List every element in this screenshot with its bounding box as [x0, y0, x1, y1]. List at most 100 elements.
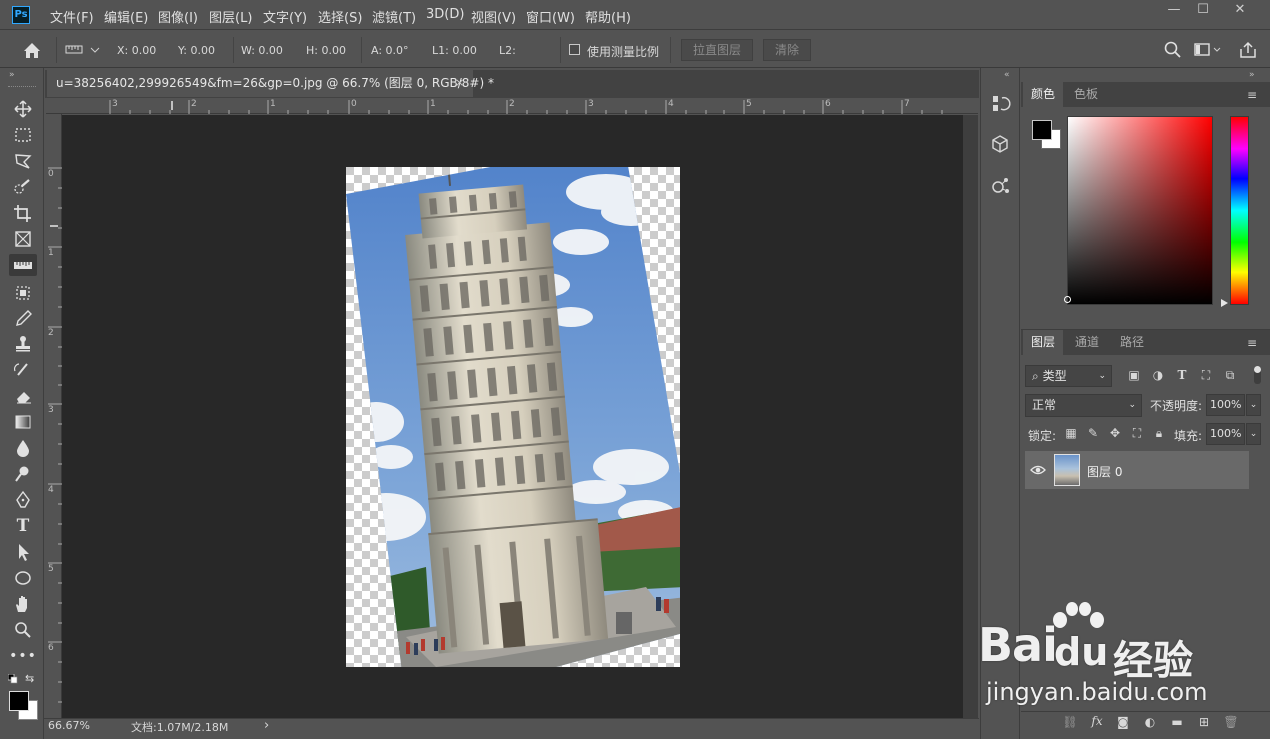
menu-3d[interactable]: 3D(D) — [426, 7, 464, 22]
lock-position-icon[interactable]: ✥ — [1106, 426, 1124, 440]
path-selection-tool[interactable] — [9, 541, 37, 563]
more-tools[interactable]: ••• — [9, 645, 37, 667]
menu-layer[interactable]: 图层(L) — [209, 7, 252, 26]
color-picker-cursor[interactable] — [1064, 296, 1071, 303]
layer-visibility-toggle[interactable] — [1030, 462, 1046, 478]
document-tab[interactable]: u=38256402,299926549&fm=26&gp=0.jpg @ 66… — [47, 70, 494, 97]
lock-transparency-icon[interactable]: ▦ — [1062, 426, 1080, 440]
history-panel-button[interactable] — [988, 92, 1012, 116]
tab-channels[interactable]: 通道 — [1067, 330, 1107, 355]
menu-window[interactable]: 窗口(W) — [526, 7, 575, 26]
pen-tool[interactable] — [9, 489, 37, 511]
zoom-tool[interactable] — [9, 619, 37, 641]
ruler-tool[interactable] — [9, 254, 37, 276]
tab-swatches[interactable]: 色板 — [1066, 82, 1106, 107]
menu-image[interactable]: 图像(I) — [158, 7, 198, 26]
adjustment-layer-icon[interactable]: ◐ — [1141, 715, 1159, 729]
lock-artboard-icon[interactable]: ⛶ — [1128, 426, 1146, 441]
collapse-panels-icon[interactable]: » — [1249, 70, 1255, 80]
toolbar-grip[interactable] — [8, 86, 36, 88]
ellipse-tool[interactable] — [9, 567, 37, 589]
straighten-layer-button[interactable]: 拉直图层 — [681, 39, 753, 61]
clear-button[interactable]: 清除 — [763, 39, 811, 61]
fx-icon[interactable]: fx — [1088, 714, 1106, 728]
panel-foreground-swatch[interactable] — [1032, 120, 1052, 140]
color-panel-menu-icon[interactable]: ≡ — [1247, 88, 1257, 102]
fill-dropdown-icon[interactable]: ⌄ — [1246, 423, 1261, 445]
filter-pixel-icon[interactable]: ▣ — [1125, 368, 1143, 382]
filter-smart-object-icon[interactable]: ⧉ — [1221, 368, 1239, 383]
lasso-tool[interactable] — [9, 150, 37, 172]
vertical-scrollbar[interactable] — [963, 115, 978, 718]
gradient-tool[interactable] — [9, 411, 37, 433]
layers-panel-menu-icon[interactable]: ≡ — [1247, 336, 1257, 350]
3d-panel-button[interactable] — [988, 132, 1012, 156]
close-document-icon[interactable]: × — [455, 76, 464, 89]
horizontal-ruler: 3 2 1 0 1 2 3 4 5 6 7 — [46, 98, 978, 114]
new-group-icon[interactable]: ▬ — [1168, 715, 1186, 729]
blend-mode-select[interactable]: 正常 ⌄ — [1025, 394, 1142, 417]
add-mask-icon[interactable]: ◙ — [1114, 715, 1132, 729]
share-button[interactable] — [1238, 40, 1258, 60]
delete-layer-icon[interactable]: 🗑︎ — [1222, 715, 1240, 729]
hue-slider[interactable] — [1230, 116, 1249, 305]
menu-filter[interactable]: 滤镜(T) — [372, 7, 416, 26]
default-colors-button[interactable] — [7, 673, 18, 684]
minimize-button[interactable]: — — [1160, 1, 1188, 21]
frame-tool[interactable] — [9, 228, 37, 250]
hue-slider-handle[interactable] — [1221, 299, 1228, 307]
filter-type-icon[interactable]: T — [1173, 368, 1191, 382]
clone-stamp-tool[interactable] — [9, 333, 37, 355]
layer-filter-select[interactable]: ⌕ 类型 ⌄ — [1025, 365, 1112, 387]
menu-help[interactable]: 帮助(H) — [585, 7, 631, 26]
tab-paths[interactable]: 路径 — [1112, 330, 1152, 355]
eraser-tool[interactable] — [9, 385, 37, 407]
workspace-button[interactable] — [1193, 40, 1223, 60]
menu-edit[interactable]: 编辑(E) — [104, 7, 148, 26]
menu-type[interactable]: 文字(Y) — [263, 7, 307, 26]
tab-color[interactable]: 颜色 — [1023, 82, 1064, 107]
swap-colors-icon[interactable]: ⇆ — [25, 672, 34, 685]
menu-view[interactable]: 视图(V) — [471, 7, 516, 26]
marquee-tool[interactable] — [9, 124, 37, 146]
document-canvas[interactable] — [346, 167, 680, 667]
search-button[interactable] — [1163, 40, 1183, 60]
maximize-button[interactable]: ☐ — [1189, 1, 1217, 21]
type-tool[interactable]: T — [9, 515, 37, 537]
fill-input[interactable]: 100% — [1206, 423, 1245, 445]
layer-name[interactable]: 图层 0 — [1087, 463, 1122, 480]
zoom-level[interactable]: 66.67% — [48, 719, 90, 732]
ruler-tool-preset[interactable] — [64, 42, 104, 58]
filter-shape-icon[interactable]: ⛶ — [1197, 368, 1215, 383]
blur-tool[interactable] — [9, 437, 37, 459]
lock-pixels-brush-icon[interactable]: ✎ — [1084, 426, 1102, 440]
opacity-input[interactable]: 100% — [1206, 394, 1245, 416]
patch-tool[interactable] — [9, 282, 37, 304]
tab-layers[interactable]: 图层 — [1023, 330, 1064, 355]
quick-selection-tool[interactable] — [9, 176, 37, 198]
crop-tool[interactable] — [9, 202, 37, 224]
use-scale-checkbox[interactable] — [569, 44, 580, 55]
move-tool[interactable] — [9, 98, 37, 120]
new-layer-icon[interactable]: ⊞ — [1195, 715, 1213, 729]
opacity-dropdown-icon[interactable]: ⌄ — [1246, 394, 1261, 416]
filter-adjustment-icon[interactable]: ◑ — [1149, 368, 1167, 382]
menu-select[interactable]: 选择(S) — [318, 7, 362, 26]
status-menu-arrow[interactable]: › — [264, 718, 269, 733]
brush-tool[interactable] — [9, 308, 37, 330]
layer-thumbnail[interactable] — [1054, 454, 1080, 486]
menu-file[interactable]: 文件(F) — [50, 7, 94, 26]
lock-all-icon[interactable]: 🔒︎ — [1150, 426, 1168, 441]
filter-toggle[interactable] — [1254, 366, 1261, 384]
expand-dock-icon[interactable]: « — [1004, 70, 1010, 80]
collapse-toolbar-icon[interactable]: » — [9, 70, 15, 80]
properties-panel-button[interactable] — [988, 174, 1012, 198]
close-window-button[interactable]: ✕ — [1226, 1, 1254, 21]
history-brush-tool[interactable] — [9, 359, 37, 381]
hand-tool[interactable] — [9, 593, 37, 615]
color-saturation-field[interactable] — [1067, 116, 1213, 305]
dodge-tool[interactable] — [9, 463, 37, 485]
home-button[interactable] — [10, 38, 54, 62]
link-layers-icon[interactable]: ⛓ — [1061, 715, 1079, 729]
foreground-color-swatch[interactable] — [9, 691, 29, 711]
